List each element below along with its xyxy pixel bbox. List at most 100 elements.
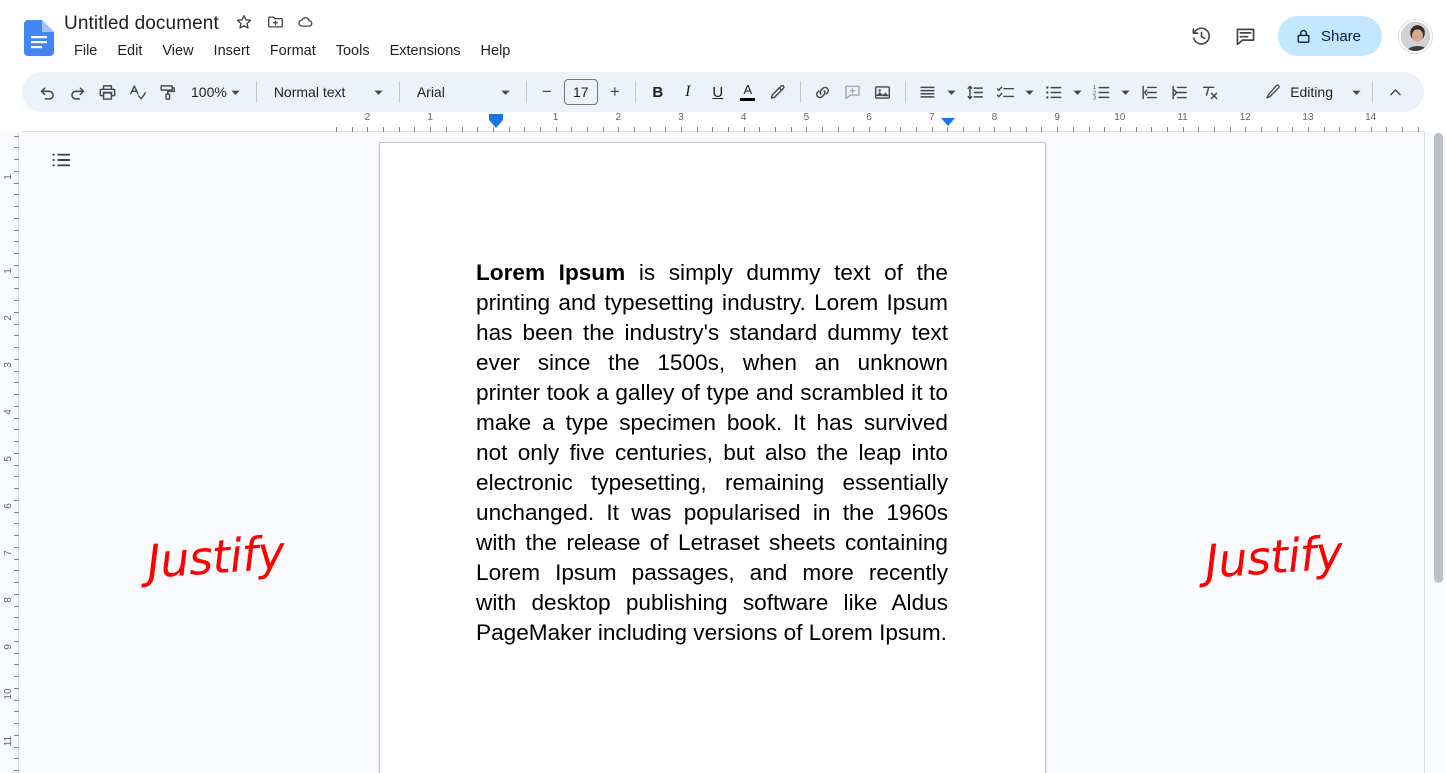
align-dropdown-chevron-down-icon[interactable] bbox=[943, 79, 961, 105]
vruler-number: 3 bbox=[3, 361, 14, 368]
ruler-number: 3 bbox=[678, 113, 684, 123]
spellcheck-icon[interactable] bbox=[122, 77, 152, 107]
paint-format-icon[interactable] bbox=[152, 77, 182, 107]
toolbar-divider bbox=[1372, 81, 1373, 103]
document-title[interactable]: Untitled document bbox=[62, 10, 221, 38]
menu-format[interactable]: Format bbox=[260, 39, 326, 63]
chevron-down-icon bbox=[497, 83, 515, 101]
toolbar-divider bbox=[799, 81, 801, 103]
decrease-font-size-button[interactable]: − bbox=[534, 79, 560, 105]
line-spacing-icon[interactable] bbox=[961, 77, 991, 107]
numbered-list-icon[interactable]: 1 2 3 bbox=[1087, 77, 1117, 107]
toolbar-divider bbox=[904, 81, 906, 103]
undo-icon[interactable] bbox=[32, 77, 62, 107]
menu-file[interactable]: File bbox=[64, 39, 107, 63]
bulleted-list-icon[interactable] bbox=[1039, 77, 1069, 107]
increase-font-size-button[interactable]: + bbox=[602, 79, 628, 105]
version-history-icon[interactable] bbox=[1182, 16, 1222, 56]
highlight-pen-icon[interactable] bbox=[763, 77, 793, 107]
vruler-number: 11 bbox=[3, 735, 14, 746]
text-color-swatch bbox=[740, 98, 756, 101]
menu-bar: File Edit View Insert Format Tools Exten… bbox=[64, 39, 520, 63]
formatting-toolbar: 100% Normal text Arial − 17 + B I U A 1 … bbox=[22, 72, 1424, 112]
text-color-button[interactable]: A bbox=[733, 77, 763, 107]
paragraph-rest: is simply dummy text of the printing and… bbox=[476, 259, 948, 645]
font-size-input[interactable]: 17 bbox=[563, 79, 598, 105]
menu-help[interactable]: Help bbox=[471, 39, 521, 63]
vruler-number: 4 bbox=[3, 408, 14, 415]
numbered-list-dropdown-chevron-down-icon[interactable] bbox=[1117, 79, 1135, 105]
paragraph-style-selector[interactable]: Normal text bbox=[264, 77, 392, 107]
ruler-number: 10 bbox=[1114, 113, 1126, 123]
title-icons bbox=[235, 10, 322, 37]
increase-indent-icon[interactable] bbox=[1165, 77, 1195, 107]
left-indent-triangle bbox=[489, 120, 503, 128]
editing-mode-chevron-down-icon[interactable] bbox=[1347, 79, 1365, 105]
move-to-folder-icon[interactable] bbox=[266, 13, 292, 37]
add-comment-icon[interactable] bbox=[838, 77, 868, 107]
italic-button[interactable]: I bbox=[673, 77, 703, 107]
menu-insert[interactable]: Insert bbox=[204, 39, 260, 63]
zoom-value: 100% bbox=[191, 84, 227, 100]
hide-menus-chevron-up-icon[interactable] bbox=[1380, 77, 1410, 107]
clear-formatting-icon[interactable] bbox=[1195, 77, 1225, 107]
align-justify-icon[interactable] bbox=[913, 77, 943, 107]
zoom-selector[interactable]: 100% bbox=[182, 77, 249, 107]
text-color-icon: A bbox=[740, 83, 756, 101]
vruler-number: 8 bbox=[3, 596, 14, 603]
underline-button[interactable]: U bbox=[703, 77, 733, 107]
top-right-actions: Share bbox=[1182, 14, 1432, 58]
toolbar-divider bbox=[525, 81, 527, 103]
vertical-ruler[interactable]: 211234567891011 bbox=[0, 132, 19, 773]
lock-icon bbox=[1295, 28, 1312, 45]
insert-link-icon[interactable] bbox=[808, 77, 838, 107]
menu-tools[interactable]: Tools bbox=[326, 39, 380, 63]
bold-button[interactable]: B bbox=[643, 77, 673, 107]
document-paragraph[interactable]: Lorem Ipsum is simply dummy text of the … bbox=[476, 258, 948, 648]
bulleted-list-dropdown-chevron-down-icon[interactable] bbox=[1069, 79, 1087, 105]
ruler-number: 8 bbox=[991, 113, 998, 123]
document-outline-icon[interactable] bbox=[41, 140, 81, 180]
ruler-number: 9 bbox=[1054, 113, 1060, 123]
ruler-number: 13 bbox=[1302, 113, 1314, 123]
menu-extensions[interactable]: Extensions bbox=[380, 39, 471, 63]
ruler-number: 1 bbox=[427, 113, 433, 123]
document-canvas: Lorem Ipsum is simply dummy text of the … bbox=[19, 132, 1446, 773]
toolbar-divider bbox=[255, 81, 257, 103]
comment-icon[interactable] bbox=[1226, 16, 1266, 56]
editing-mode-button[interactable]: Editing bbox=[1256, 77, 1339, 107]
print-icon[interactable] bbox=[92, 77, 122, 107]
ruler-number: 5 bbox=[803, 113, 810, 123]
share-button[interactable]: Share bbox=[1277, 16, 1382, 56]
share-button-label: Share bbox=[1320, 27, 1361, 45]
document-page[interactable]: Lorem Ipsum is simply dummy text of the … bbox=[379, 142, 1046, 773]
vertical-scrollbar[interactable] bbox=[1434, 133, 1443, 583]
font-size-stepper: − 17 + bbox=[534, 79, 628, 105]
chevron-down-icon bbox=[370, 83, 388, 101]
ruler-number: 7 bbox=[928, 113, 935, 123]
horizontal-ruler[interactable]: 21123456789101112131415 bbox=[22, 113, 1424, 132]
google-docs-icon[interactable] bbox=[24, 20, 54, 56]
vruler-number: 10 bbox=[3, 688, 14, 700]
google-docs-window: Untitled document File Edit View Insert … bbox=[0, 0, 1446, 773]
checklist-icon[interactable] bbox=[991, 77, 1021, 107]
account-avatar[interactable] bbox=[1399, 19, 1432, 53]
cloud-saved-icon[interactable] bbox=[296, 13, 322, 37]
star-icon[interactable] bbox=[235, 13, 261, 37]
toolbar-divider bbox=[634, 81, 636, 103]
menu-view[interactable]: View bbox=[152, 39, 203, 63]
menu-edit[interactable]: Edit bbox=[107, 39, 152, 63]
paragraph-lead-bold: Lorem Ipsum bbox=[476, 259, 626, 285]
vruler-number: 2 bbox=[3, 314, 14, 321]
redo-icon[interactable] bbox=[62, 77, 92, 107]
insert-image-icon[interactable] bbox=[868, 77, 898, 107]
chevron-down-icon bbox=[227, 79, 245, 105]
font-family-selector[interactable]: Arial bbox=[407, 77, 519, 107]
right-indent-marker[interactable] bbox=[941, 118, 955, 126]
annotation-justify-right: Justify bbox=[1203, 525, 1345, 589]
checklist-dropdown-chevron-down-icon[interactable] bbox=[1021, 79, 1039, 105]
decrease-indent-icon[interactable] bbox=[1135, 77, 1165, 107]
vruler-number: 1 bbox=[3, 267, 14, 274]
rail-divider bbox=[1424, 132, 1425, 773]
pencil-icon bbox=[1264, 83, 1282, 101]
